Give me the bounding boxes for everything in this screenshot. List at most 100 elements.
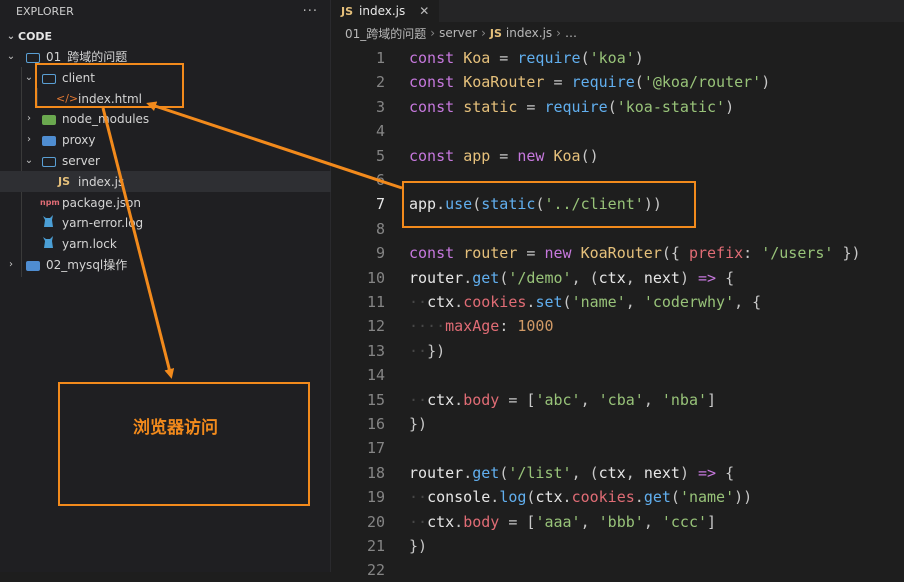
- code-token: app: [463, 146, 491, 165]
- breadcrumb-item[interactable]: server: [439, 26, 477, 40]
- code-line[interactable]: 21}): [331, 534, 904, 558]
- code-line[interactable]: 11 ··ctx.cookies.set('name', 'coderwhy', …: [331, 290, 904, 314]
- chevron-right-icon: ›: [27, 113, 31, 124]
- npm-icon: npm: [40, 198, 60, 207]
- breadcrumb-item[interactable]: 01_跨域的问题: [345, 25, 426, 42]
- code-token: =>: [698, 463, 717, 482]
- code-token: 'bbb': [598, 512, 644, 531]
- code-token: }): [427, 341, 446, 360]
- code-line[interactable]: 15 ··ctx.body = ['abc', 'cba', 'nba']: [331, 388, 904, 412]
- breadcrumb-item[interactable]: index.js: [506, 26, 552, 40]
- code-token: new: [544, 244, 572, 263]
- code-line[interactable]: 1 const Koa = require('koa'): [331, 46, 904, 70]
- tree-folder-server[interactable]: ⌄ server: [0, 150, 352, 171]
- code-token: 'abc': [535, 390, 581, 409]
- code-text: const static = require('koa-static'): [409, 95, 734, 119]
- code-line[interactable]: 5 const app = new Koa(): [331, 144, 904, 168]
- line-number: 12: [366, 317, 385, 336]
- code-token: (): [580, 146, 599, 165]
- explorer-header: EXPLORER ···: [0, 0, 330, 22]
- tab-index-js[interactable]: JS index.js ✕: [331, 0, 440, 22]
- breadcrumb-item[interactable]: …: [565, 26, 577, 40]
- tree-folder-proxy[interactable]: › proxy: [0, 129, 352, 150]
- code-token: =: [490, 146, 518, 165]
- chevron-right-icon: ›: [27, 134, 31, 145]
- code-token: get: [472, 268, 500, 287]
- code-line[interactable]: 14: [331, 363, 904, 387]
- code-line[interactable]: 22: [331, 558, 904, 582]
- code-token: .: [463, 268, 473, 287]
- code-token: ,: [580, 390, 599, 409]
- chevron-right-icon: ›: [9, 259, 13, 270]
- line-number: 13: [366, 341, 385, 360]
- code-token: .: [634, 488, 644, 507]
- more-actions-icon[interactable]: ···: [303, 4, 318, 19]
- tree-item-label: index.js: [78, 174, 125, 189]
- highlight-box-app-use: [402, 181, 696, 228]
- tab-bar: JS index.js ✕: [331, 0, 904, 22]
- code-token: ctx: [598, 463, 626, 482]
- code-line[interactable]: 17: [331, 436, 904, 460]
- code-token: }): [833, 244, 861, 263]
- line-number: 17: [366, 439, 385, 458]
- code-token: (: [499, 268, 509, 287]
- code-token: ): [679, 463, 698, 482]
- code-line[interactable]: 2 const KoaRouter = require('@koa/router'…: [331, 70, 904, 94]
- workspace-section-header[interactable]: ⌄ CODE: [0, 25, 330, 47]
- code-line[interactable]: 12 ····maxAge: 1000: [331, 314, 904, 338]
- browser-access-label: 浏览器访问: [133, 418, 218, 438]
- code-token: (: [580, 49, 590, 67]
- tree-file-yarn-lock[interactable]: yarn.lock: [0, 233, 370, 254]
- tree-item-label: node_modules: [62, 111, 150, 126]
- code-line[interactable]: 20 ··ctx.body = ['aaa', 'bbb', 'ccc']: [331, 510, 904, 534]
- code-text: const Koa = require('koa'): [409, 46, 644, 70]
- code-token: }): [409, 537, 428, 555]
- code-token: ): [761, 73, 771, 92]
- code-line[interactable]: 19 ··console.log(ctx.cookies.get('name')): [331, 485, 904, 509]
- code-token: (: [607, 97, 617, 116]
- code-token: ····: [409, 317, 446, 336]
- code-line[interactable]: 3 const static = require('koa-static'): [331, 95, 904, 119]
- code-token: get: [472, 463, 500, 482]
- code-token: const: [409, 244, 455, 263]
- code-line[interactable]: 16}): [331, 412, 904, 436]
- chevron-right-icon: ›: [430, 26, 436, 40]
- close-icon[interactable]: ✕: [419, 4, 429, 18]
- code-token: (: [634, 73, 644, 92]
- code-line[interactable]: 10 router.get('/demo', (ctx, next) => {: [331, 266, 904, 290]
- tree-file-package-json[interactable]: npm package.json: [0, 192, 370, 213]
- code-token: KoaRouter: [580, 244, 662, 263]
- tree-folder-02[interactable]: › 02_mysql操作: [0, 254, 334, 275]
- code-token: '/users': [761, 244, 834, 263]
- line-number: 16: [366, 415, 385, 433]
- tree-file-index-js[interactable]: JS index.js: [0, 171, 386, 192]
- code-token: ({: [661, 244, 689, 263]
- code-text: ··console.log(ctx.cookies.get('name')): [409, 485, 752, 509]
- line-number: 4: [375, 122, 385, 141]
- tree-file-yarn-error-log[interactable]: yarn-error.log: [0, 212, 370, 233]
- line-number: 19: [366, 488, 385, 507]
- line-number: 14: [366, 366, 385, 385]
- folder-closed-icon: [42, 135, 56, 146]
- code-token: prefix: [688, 244, 744, 263]
- line-number: 15: [366, 390, 385, 409]
- code-line[interactable]: 18 router.get('/list', (ctx, next) => {: [331, 461, 904, 485]
- chevron-down-icon: ⌄: [24, 155, 34, 166]
- code-token: new: [517, 146, 545, 165]
- code-token: const: [409, 146, 455, 165]
- code-token: (: [499, 463, 509, 482]
- code-line[interactable]: 4: [331, 119, 904, 143]
- code-token: '/demo': [508, 268, 572, 287]
- tree-folder-node-modules[interactable]: › node_modules: [0, 108, 352, 129]
- code-token: require: [544, 97, 608, 116]
- chevron-down-icon: ⌄: [6, 51, 16, 62]
- code-line[interactable]: 13 ··}): [331, 339, 904, 363]
- code-token: ctx: [598, 268, 626, 287]
- code-token: ): [634, 49, 644, 67]
- chevron-down-icon: ⌄: [6, 30, 16, 42]
- code-token: ): [679, 268, 698, 287]
- code-token: , (: [571, 268, 599, 287]
- code-line[interactable]: 9 const router = new KoaRouter({ prefix: …: [331, 241, 904, 265]
